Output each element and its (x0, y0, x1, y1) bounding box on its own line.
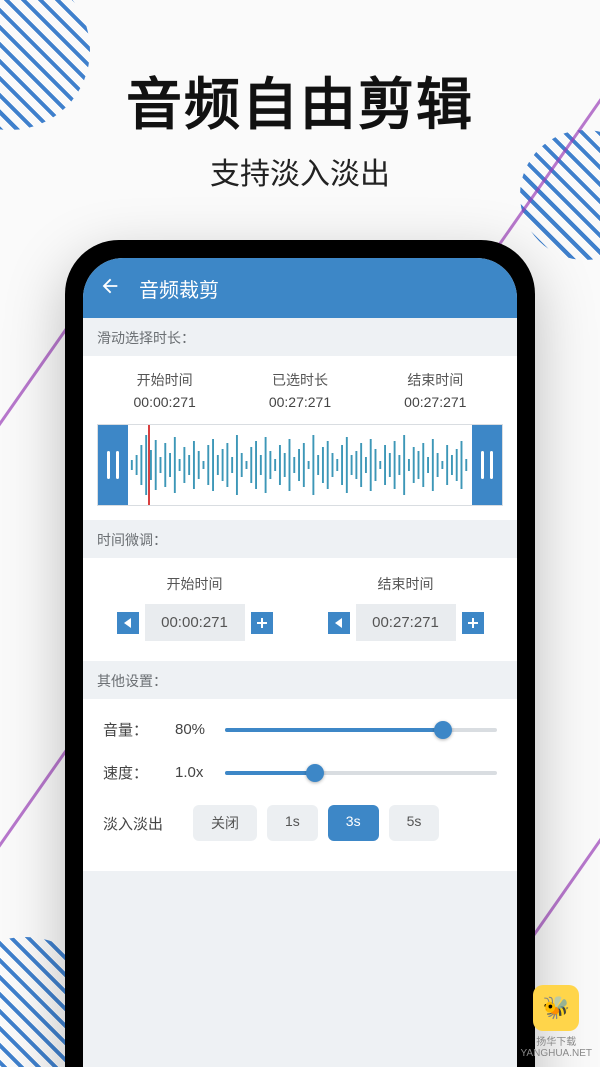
app-bar-title: 音频裁剪 (139, 274, 219, 303)
watermark-logo-icon: 🐝 (533, 985, 579, 1031)
times-row: 开始时间 00:00:271 已选时长 00:27:271 结束时间 00:27… (97, 370, 503, 410)
section-label-finetune: 时间微调： (83, 520, 517, 558)
start-decrease-button[interactable] (117, 612, 139, 634)
speed-slider[interactable] (225, 763, 497, 783)
speed-row: 速度： 1.0x (103, 762, 497, 783)
plus-icon (468, 618, 478, 628)
start-time-stepper: 00:00:271 (117, 604, 273, 641)
volume-slider[interactable] (225, 720, 497, 740)
waveform-selector[interactable] (97, 424, 503, 506)
plus-icon (257, 618, 267, 628)
finetune-end: 结束时间 00:27:271 (328, 574, 484, 641)
start-time-value: 00:00:271 (97, 394, 232, 410)
start-time-label: 开始时间 (97, 370, 232, 390)
fade-option-关闭[interactable]: 关闭 (193, 805, 257, 841)
phone-screen: 音频裁剪 滑动选择时长： 开始时间 00:00:271 已选时长 00:27:2… (83, 258, 517, 1067)
volume-row: 音量： 80% (103, 719, 497, 740)
triangle-left-icon (123, 618, 133, 628)
speed-label: 速度： (103, 762, 175, 783)
hero: 音频自由剪辑 支持淡入淡出 (0, 0, 600, 193)
watermark-site: 扬华下载 (521, 1033, 593, 1048)
fade-options: 关闭 1s 3s 5s (193, 805, 439, 841)
start-increase-button[interactable] (251, 612, 273, 634)
finetune-panel: 开始时间 00:00:271 结束时间 00:27: (83, 558, 517, 661)
hero-title: 音频自由剪辑 (0, 60, 600, 141)
end-time-value: 00:27:271 (368, 394, 503, 410)
section-label-duration: 滑动选择时长： (83, 318, 517, 356)
selected-duration-label: 已选时长 (232, 370, 367, 390)
finetune-end-value: 00:27:271 (356, 604, 456, 641)
fade-option-5s[interactable]: 5s (389, 805, 440, 841)
section-label-other: 其他设置： (83, 661, 517, 699)
phone-frame: 音频裁剪 滑动选择时长： 开始时间 00:00:271 已选时长 00:27:2… (65, 240, 535, 1067)
end-decrease-button[interactable] (328, 612, 350, 634)
app-bar: 音频裁剪 (83, 258, 517, 318)
end-time-col: 结束时间 00:27:271 (368, 370, 503, 410)
speed-value: 1.0x (175, 764, 225, 781)
waveform-canvas[interactable] (128, 425, 472, 505)
fade-option-1s[interactable]: 1s (267, 805, 318, 841)
finetune-end-label: 结束时间 (378, 574, 434, 594)
other-settings-panel: 音量： 80% 速度： 1.0x 淡入淡出 关闭 1s 3s 5s (83, 699, 517, 871)
trim-handle-right[interactable] (472, 425, 502, 505)
watermark-url: YANGHUA.NET (521, 1048, 593, 1059)
waveform-icon (128, 425, 472, 505)
end-time-stepper: 00:27:271 (328, 604, 484, 641)
finetune-start-value: 00:00:271 (145, 604, 245, 641)
finetune-start: 开始时间 00:00:271 (117, 574, 273, 641)
fade-label: 淡入淡出 (103, 813, 193, 834)
start-time-col: 开始时间 00:00:271 (97, 370, 232, 410)
selected-duration-col: 已选时长 00:27:271 (232, 370, 367, 410)
triangle-left-icon (334, 618, 344, 628)
playhead[interactable] (148, 425, 150, 505)
back-button[interactable] (99, 275, 121, 302)
end-time-label: 结束时间 (368, 370, 503, 390)
end-increase-button[interactable] (462, 612, 484, 634)
finetune-start-label: 开始时间 (167, 574, 223, 594)
arrow-left-icon (99, 275, 121, 297)
volume-value: 80% (175, 721, 225, 738)
trim-handle-left[interactable] (98, 425, 128, 505)
watermark: 🐝 扬华下载 YANGHUA.NET (521, 985, 593, 1059)
duration-panel: 开始时间 00:00:271 已选时长 00:27:271 结束时间 00:27… (83, 356, 517, 520)
fade-row: 淡入淡出 关闭 1s 3s 5s (103, 805, 497, 841)
fade-option-3s[interactable]: 3s (328, 805, 379, 841)
volume-label: 音量： (103, 719, 175, 740)
selected-duration-value: 00:27:271 (232, 394, 367, 410)
hero-subtitle: 支持淡入淡出 (0, 149, 600, 193)
